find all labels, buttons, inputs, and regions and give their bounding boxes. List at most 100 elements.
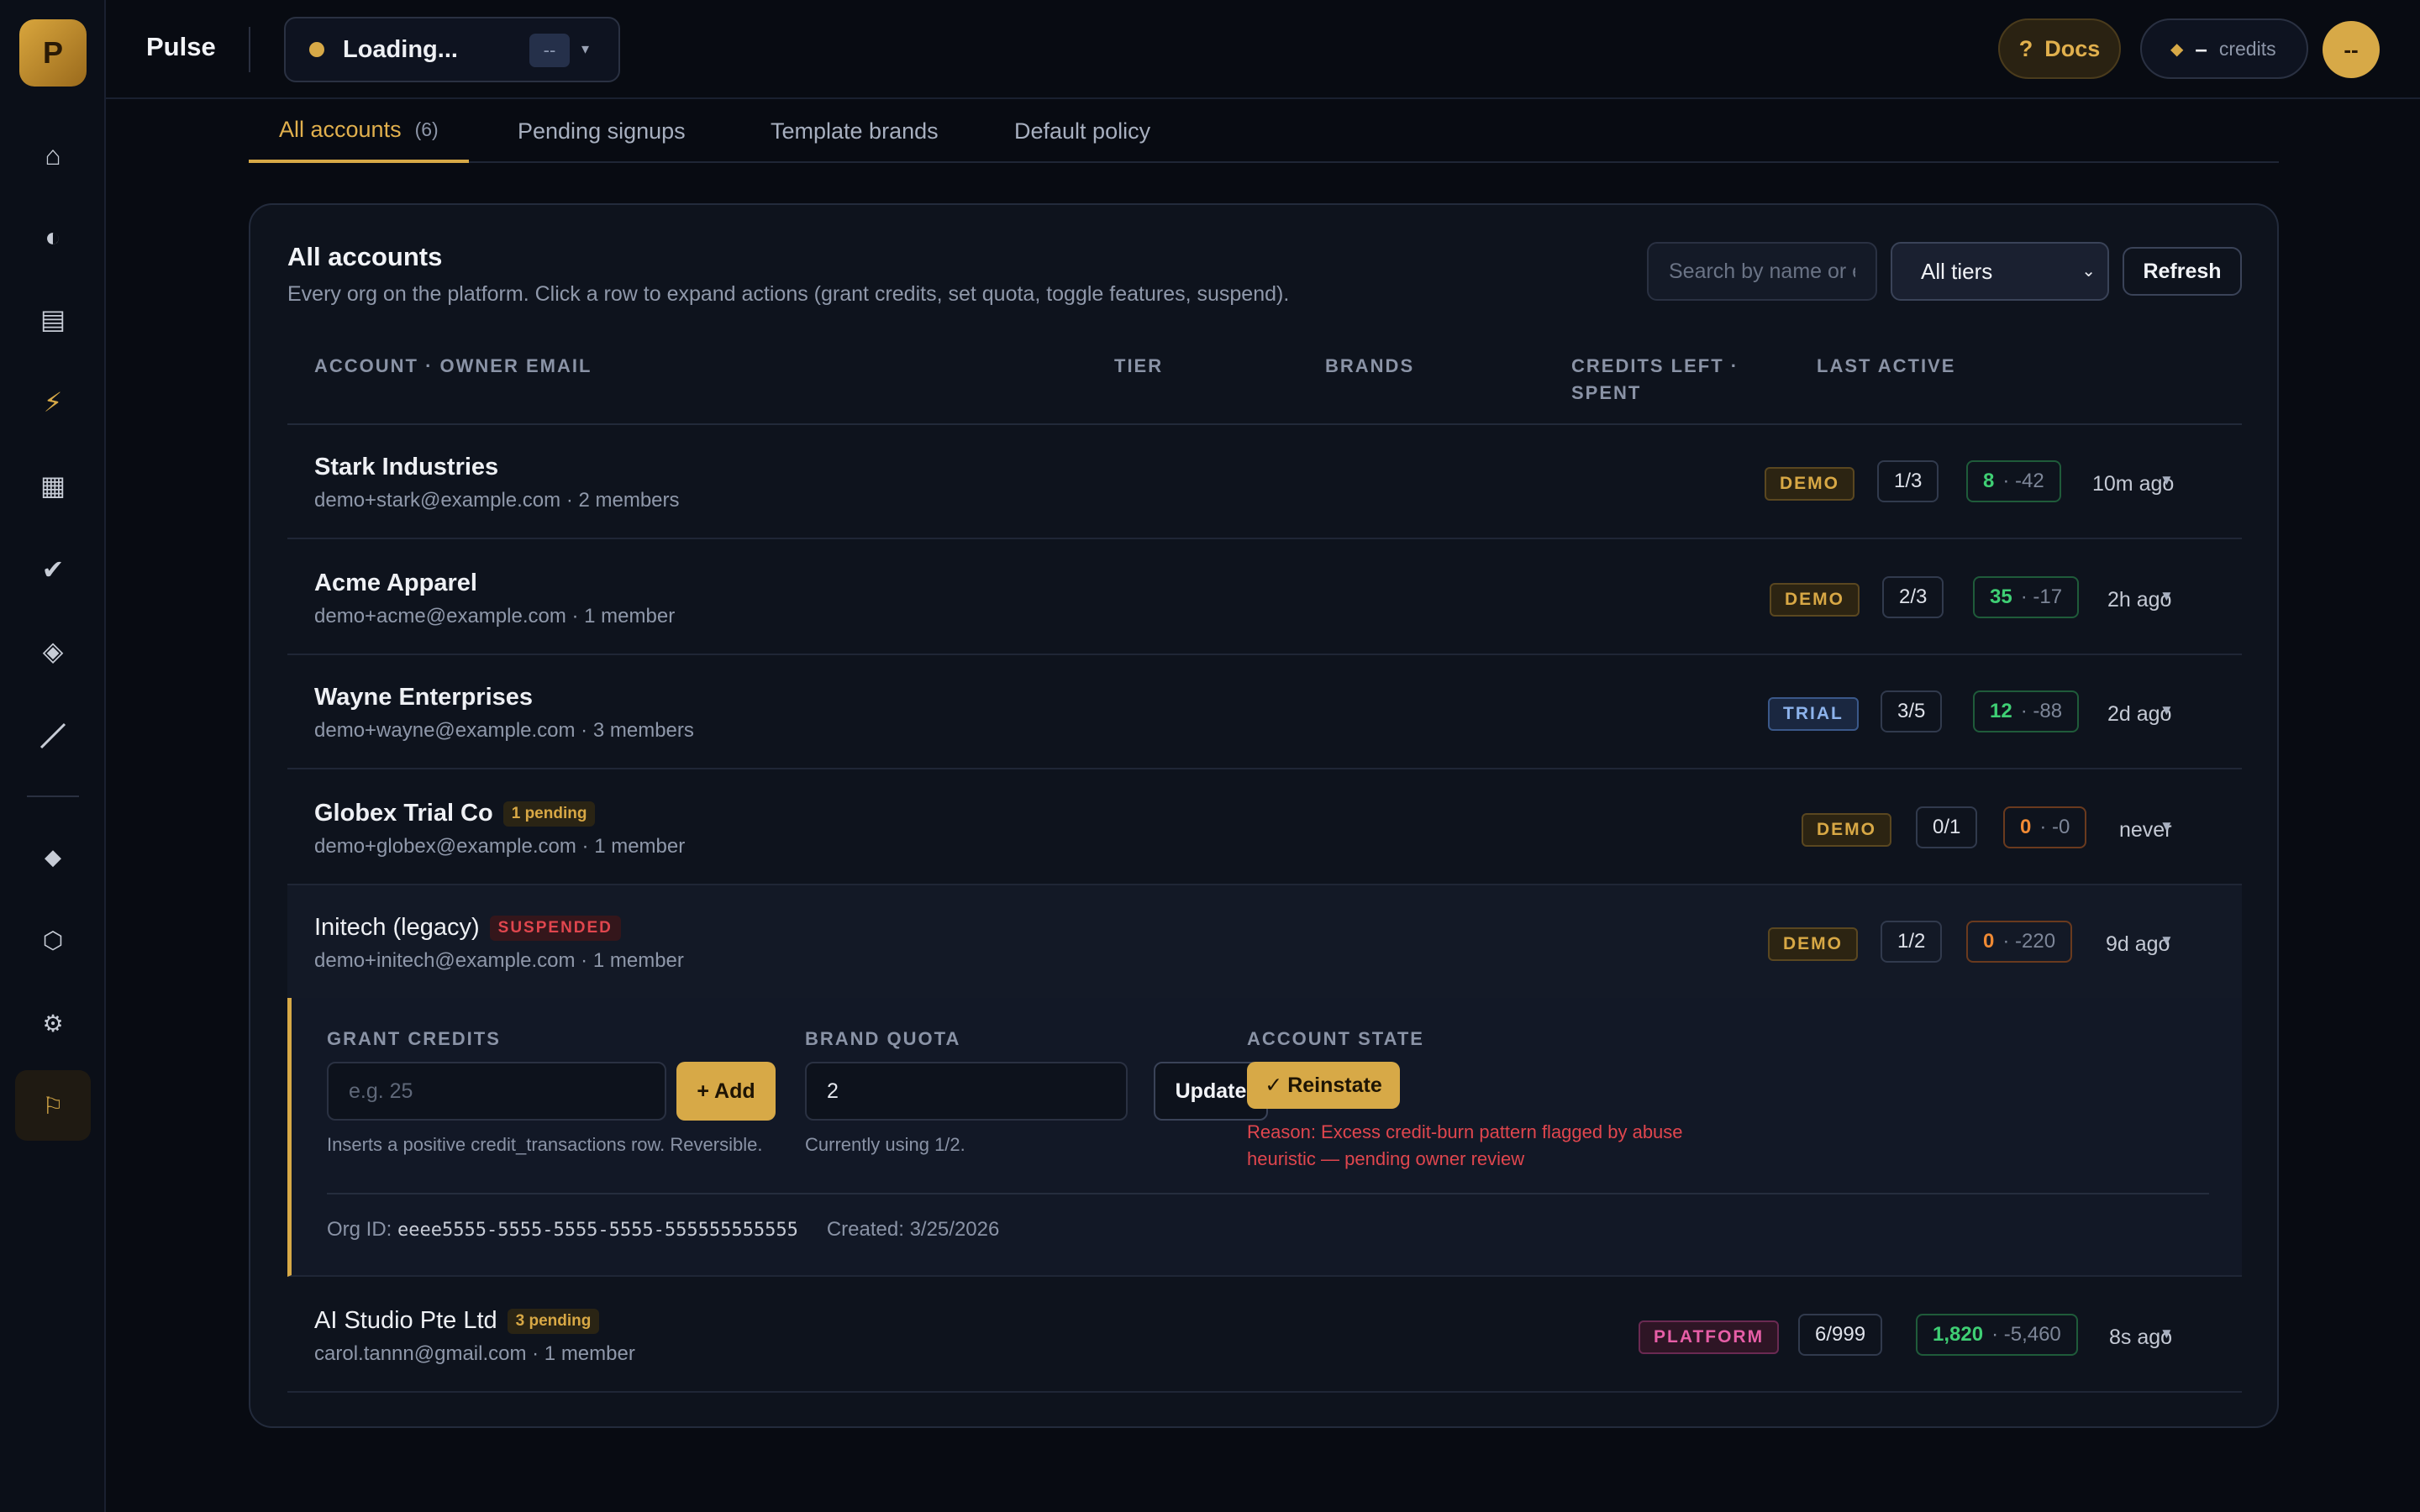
table-row[interactable]: Wayne Enterprises demo+wayne@example.com… — [287, 655, 2242, 769]
search-input[interactable] — [1647, 242, 1877, 301]
help-icon: ? — [2018, 35, 2033, 61]
chevron-down-icon: ▾ — [581, 40, 590, 57]
table-row[interactable]: AI Studio Pte Ltd 3 pending carol.tannn@… — [287, 1278, 2242, 1393]
gear-icon[interactable]: ⚙ — [15, 988, 91, 1058]
card-subtitle: Every org on the platform. Click a row t… — [287, 282, 1290, 306]
tier-badge: DEMO — [1770, 583, 1860, 617]
account-name: Initech (legacy) SUSPENDED — [314, 914, 621, 942]
tier-badge: DEMO — [1765, 467, 1854, 501]
created-date: Created: 3/25/2026 — [826, 1218, 1000, 1241]
card-title: All accounts — [287, 242, 443, 271]
app-logo[interactable]: P — [19, 19, 87, 87]
table-row[interactable]: Initech (legacy) SUSPENDED demo+initech@… — [287, 885, 2242, 1000]
tier-filter-select[interactable]: All tiers ⌄ — [1891, 242, 2109, 301]
tier-badge: PLATFORM — [1639, 1320, 1780, 1354]
expand-chevron-icon[interactable]: ▼ — [2160, 1326, 2174, 1342]
account-email: demo+acme@example.com · 1 member — [314, 605, 676, 627]
bolt-icon[interactable]: ⚡ — [15, 367, 91, 438]
account-name: Globex Trial Co 1 pending — [314, 800, 596, 827]
panel-divider — [327, 1193, 2209, 1194]
collapse-chevron-icon[interactable]: ▼ — [2160, 932, 2174, 949]
credits-left: 8 — [1983, 470, 1995, 492]
column-header-credits-line2: SPENT — [1571, 382, 1642, 403]
brand-quota-input[interactable] — [805, 1062, 1128, 1121]
expand-chevron-icon[interactable]: ▼ — [2160, 588, 2174, 605]
expand-chevron-icon[interactable]: ▼ — [2160, 818, 2174, 835]
tab-default-policy[interactable]: Default policy — [1014, 99, 1150, 163]
table-row[interactable]: Globex Trial Co 1 pending demo+globex@ex… — [287, 771, 2242, 885]
suspended-badge: SUSPENDED — [489, 915, 621, 941]
credits-spent: · -5,460 — [1991, 1323, 2061, 1346]
tier-badge: DEMO — [1802, 813, 1891, 847]
brands-count: 1/2 — [1881, 921, 1943, 963]
column-header-account: ACCOUNT · OWNER EMAIL — [314, 355, 592, 376]
layers-icon[interactable]: ◈ — [15, 616, 91, 686]
tab-pending-signups[interactable]: Pending signups — [518, 99, 686, 163]
grant-credits-label: GRANT CREDITS — [327, 1028, 501, 1049]
credits-left: 35 — [1990, 585, 2012, 608]
table-icon[interactable]: ▤ — [15, 284, 91, 354]
tab-template-brands[interactable]: Template brands — [771, 99, 939, 163]
avatar[interactable]: -- — [2323, 21, 2380, 78]
arrow-icon[interactable] — [15, 701, 91, 771]
credits-spent: · -42 — [2002, 470, 2044, 492]
account-email: demo+wayne@example.com · 3 members — [314, 719, 694, 742]
account-email: demo+stark@example.com · 2 members — [314, 489, 680, 512]
brands-count: 6/999 — [1798, 1314, 1883, 1356]
tab-count: (6) — [414, 118, 439, 140]
tab-bar: All accounts (6) Pending signups Templat… — [249, 99, 2279, 163]
diamond-icon: ◆ — [2170, 39, 2184, 59]
brands-count: 0/1 — [1916, 806, 1978, 848]
column-header-credits: CREDITS LEFT · SPENT — [1571, 353, 1739, 407]
account-name: Stark Industries — [314, 454, 499, 480]
table-row[interactable]: Acme Apparel demo+acme@example.com · 1 m… — [287, 541, 2242, 655]
account-email: demo+globex@example.com · 1 member — [314, 835, 686, 858]
org-id-label: Org ID: — [327, 1218, 392, 1241]
credits-cell: 12 · -88 — [1973, 690, 2080, 732]
credits-label: credits — [2218, 37, 2276, 60]
grant-credits-input[interactable] — [327, 1062, 666, 1121]
credits-cell: 0 · -220 — [1966, 921, 2073, 963]
account-email: demo+initech@example.com · 1 member — [314, 949, 684, 972]
credits-left: 12 — [1990, 700, 2012, 722]
table-row[interactable]: Stark Industries demo+stark@example.com … — [287, 425, 2242, 539]
flag-icon[interactable]: ⚐ — [15, 1070, 91, 1141]
check-icon: ✓ — [1265, 1074, 1283, 1097]
account-actions-panel: GRANT CREDITS + Add Inserts a positive c… — [287, 998, 2242, 1277]
brands-count: 3/5 — [1881, 690, 1943, 732]
tier-filter-value: All tiers — [1921, 258, 1993, 284]
org-id-value: eeee5555-5555-5555-5555-555555555555 — [397, 1220, 798, 1241]
contrast-icon[interactable]: ◐ — [15, 202, 91, 272]
brands-count: 1/3 — [1877, 460, 1939, 502]
check-icon[interactable]: ✔ — [15, 534, 91, 605]
credits-left: 0 — [2020, 816, 2032, 838]
credits-spent: · -17 — [2020, 585, 2063, 608]
credits-pill[interactable]: ◆ – credits — [2140, 18, 2308, 79]
column-header-brands: BRANDS — [1325, 355, 1415, 376]
docs-label: Docs — [2044, 35, 2101, 61]
status-dot-icon — [309, 42, 324, 57]
column-header-tier: TIER — [1114, 355, 1164, 376]
grant-credits-hint: Inserts a positive credit_transactions r… — [327, 1134, 763, 1155]
expand-chevron-icon[interactable]: ▼ — [2160, 702, 2174, 719]
reinstate-button[interactable]: ✓ Reinstate — [1247, 1062, 1400, 1109]
pending-badge: 3 pending — [507, 1308, 600, 1334]
refresh-button[interactable]: Refresh — [2123, 247, 2242, 296]
docs-button[interactable]: ? Docs — [1998, 18, 2121, 79]
add-credits-button[interactable]: + Add — [676, 1062, 776, 1121]
credits-left: 1,820 — [1933, 1323, 1984, 1346]
org-id: Org ID: eeee5555-5555-5555-5555-55555555… — [327, 1218, 798, 1242]
tab-all-accounts[interactable]: All accounts (6) — [249, 99, 469, 163]
grid-icon[interactable]: ▦ — [15, 450, 91, 521]
hexagon-icon[interactable]: ⬡ — [15, 905, 91, 975]
diamond-icon[interactable]: ◆ — [15, 822, 91, 892]
environment-select[interactable]: Loading... -- ▾ — [284, 17, 620, 82]
brand-quota-hint: Currently using 1/2. — [805, 1134, 965, 1155]
tier-badge: TRIAL — [1768, 697, 1859, 731]
nav-divider — [27, 795, 79, 797]
home-icon[interactable]: ⌂ — [15, 120, 91, 191]
chevron-down-icon: ⌄ — [2081, 262, 2096, 281]
expand-chevron-icon[interactable]: ▼ — [2160, 472, 2174, 489]
credits-value: – — [2195, 35, 2207, 61]
column-header-credits-line1: CREDITS LEFT · — [1571, 355, 1739, 376]
